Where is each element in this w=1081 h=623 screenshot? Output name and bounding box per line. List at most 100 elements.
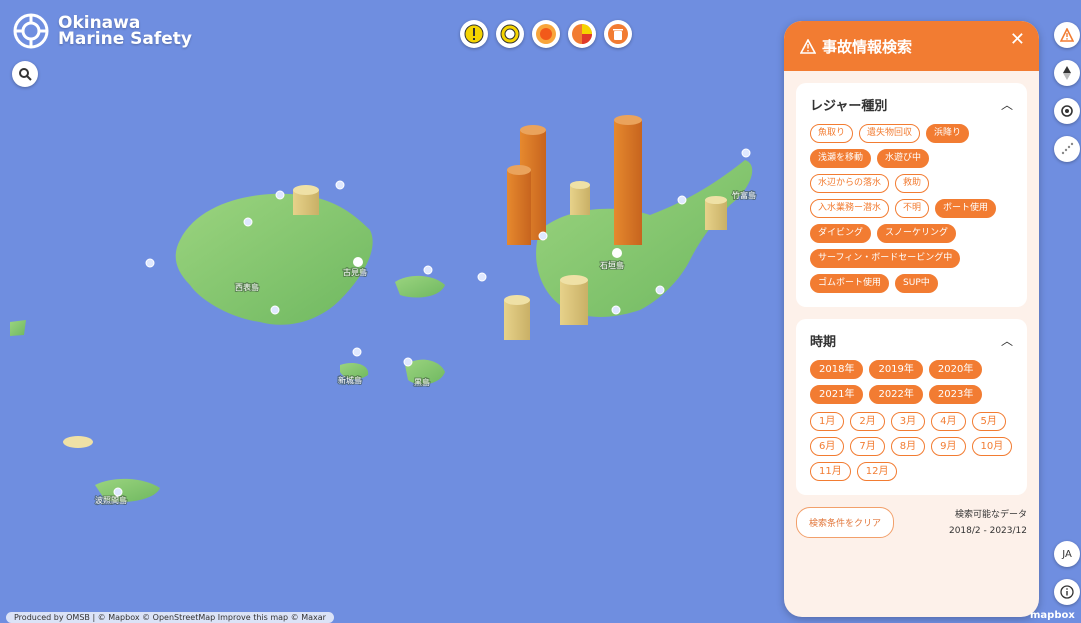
year-chip[interactable]: 2022年 [869, 385, 923, 404]
warning-triangle-icon [1060, 28, 1074, 42]
map-attribution[interactable]: Produced by OMSB | © Mapbox © OpenStreet… [6, 612, 334, 623]
accident-search-panel: 事故情報検索 ✕ レジャー種別 ︿ 魚取り 遺失物回収 浜降り浅瀬を移動 水遊び中水辺… [784, 21, 1039, 617]
map-label-6: 竹富島 [732, 190, 756, 200]
month-chip[interactable]: 2月 [850, 412, 885, 431]
month-chip[interactable]: 12月 [856, 462, 898, 481]
accident-column[interactable] [614, 115, 642, 245]
section-title: レジャー種別 [810, 99, 888, 114]
leisure-chip[interactable]: ゴムボート使用 [810, 274, 890, 293]
accident-column[interactable] [293, 185, 319, 215]
month-chip[interactable]: 10月 [971, 437, 1013, 456]
accident-column[interactable] [570, 181, 590, 215]
month-chip[interactable]: 3月 [890, 412, 926, 431]
leisure-chip[interactable]: ボート使用 [935, 199, 997, 218]
map-label-3: 黒島 [414, 377, 430, 387]
leisure-chip[interactable]: 遺失物回収 [859, 124, 921, 143]
close-icon[interactable]: ✕ [1010, 29, 1025, 50]
accident-search-toggle[interactable] [1054, 22, 1080, 48]
brand-logo: Okinawa Marine Safety [12, 12, 192, 50]
locate-icon [1061, 105, 1073, 117]
map-label-5: 石垣島 [600, 260, 624, 270]
month-chip[interactable]: 1月 [810, 412, 845, 431]
language-label: JA [1062, 548, 1072, 560]
trash-icon [608, 24, 628, 44]
measure-button[interactable] [1054, 136, 1080, 162]
chevron-up-icon[interactable]: ︿ [1001, 332, 1013, 349]
month-chip[interactable]: 11月 [810, 462, 851, 481]
map-label-0: 西表島 [235, 282, 259, 292]
layer-trash-button[interactable] [604, 20, 632, 48]
map-label-1: 古見島 [343, 267, 367, 277]
map-label-4: 波照間島 [95, 495, 127, 505]
chevron-up-icon[interactable]: ︿ [1001, 96, 1013, 113]
search-button[interactable] [12, 61, 38, 87]
layer-toolbar [460, 20, 632, 48]
leisure-chip[interactable]: 救助 [895, 174, 930, 193]
map-label-2: 新城島 [338, 375, 362, 385]
info-icon [1060, 585, 1074, 599]
language-button[interactable]: JA [1054, 541, 1080, 567]
section-title: 時期 [810, 335, 837, 350]
leisure-chip-list: 魚取り 遺失物回収 浜降り浅瀬を移動 水遊び中水辺からの落水 救助 入水業務ー潜水 不明 ボー… [810, 124, 1013, 293]
map-controls [1054, 22, 1080, 162]
info-button[interactable] [1054, 579, 1080, 605]
leisure-chip[interactable]: 不明 [895, 199, 930, 218]
year-chip[interactable]: 2018年 [810, 360, 864, 379]
city-marker-icon [353, 257, 363, 267]
leisure-chip[interactable]: 浜降り [926, 124, 970, 143]
leisure-chip[interactable]: 浅瀬を移動 [810, 149, 872, 168]
dotted-line-icon [1061, 142, 1074, 155]
month-chip[interactable]: 7月 [850, 437, 885, 456]
leisure-chip[interactable]: ダイビング [810, 224, 872, 243]
pie-chart-icon [572, 24, 592, 44]
panel-title: 事故情報検索 [822, 37, 913, 56]
month-chip-list: 1月 2月 3月 4月 5月 6月 7月 8月 9月 10月 11月 12月 [810, 412, 1013, 481]
clear-filters-button[interactable]: 検索条件をクリア [796, 507, 895, 538]
leisure-chip[interactable]: 水遊び中 [877, 149, 930, 168]
mapbox-logo[interactable]: mapbox [1030, 610, 1075, 621]
brand-line2: Marine Safety [58, 29, 192, 49]
accident-column[interactable] [705, 196, 727, 230]
month-chip[interactable]: 6月 [810, 437, 845, 456]
range-label: 検索可能なデータ [954, 510, 1027, 520]
accident-column[interactable] [560, 275, 588, 325]
search-icon [19, 68, 32, 81]
island-small-west [10, 320, 26, 336]
city-marker-icon [612, 248, 622, 258]
layer-warning-button[interactable] [460, 20, 488, 48]
leisure-chip[interactable]: 入水業務ー潜水 [810, 199, 890, 218]
leisure-chip[interactable]: スノーケリング [877, 224, 957, 243]
lifebuoy-icon [13, 13, 49, 49]
month-chip[interactable]: 5月 [971, 412, 1006, 431]
leisure-chip[interactable]: サーフィン・ボードセービング中 [810, 249, 961, 268]
cluster-icon [500, 24, 520, 44]
warning-triangle-icon [800, 38, 816, 54]
compass-button[interactable] [1054, 60, 1080, 86]
year-chip[interactable]: 2019年 [869, 360, 923, 379]
leisure-chip[interactable]: 魚取り [810, 124, 854, 143]
layer-heatmap-button[interactable] [532, 20, 560, 48]
year-chip[interactable]: 2023年 [928, 385, 983, 404]
month-chip[interactable]: 8月 [890, 437, 926, 456]
heatmap-icon [536, 24, 556, 44]
locate-button[interactable] [1054, 98, 1080, 124]
leisure-chip[interactable]: SUP中 [895, 274, 938, 293]
accident-column[interactable] [504, 295, 530, 340]
leisure-chip[interactable]: 水辺からの落水 [810, 174, 890, 193]
year-chip[interactable]: 2020年 [928, 360, 983, 379]
month-chip[interactable]: 4月 [931, 412, 966, 431]
period-section: 時期 ︿ 2018年 2019年 2020年 2021年 2022年 2023年 1月 2月… [796, 319, 1027, 495]
month-chip[interactable]: 9月 [931, 437, 966, 456]
layer-pie-button[interactable] [568, 20, 596, 48]
brand-name: Okinawa Marine Safety [58, 15, 192, 49]
range-value: 2018/2 - 2023/12 [948, 526, 1027, 536]
layer-cluster-button[interactable] [496, 20, 524, 48]
panel-footer: 検索条件をクリア 検索可能なデータ 2018/2 - 2023/12 [796, 507, 1027, 539]
panel-header: 事故情報検索 ✕ [784, 21, 1039, 71]
compass-icon [1063, 66, 1071, 80]
data-range: 検索可能なデータ 2018/2 - 2023/12 [949, 507, 1027, 539]
year-chip[interactable]: 2021年 [810, 385, 864, 404]
accident-column[interactable] [507, 165, 531, 245]
warning-circle-icon [464, 24, 484, 44]
leisure-type-section: レジャー種別 ︿ 魚取り 遺失物回収 浜降り浅瀬を移動 水遊び中水辺からの落水 救助 入水… [796, 83, 1027, 307]
